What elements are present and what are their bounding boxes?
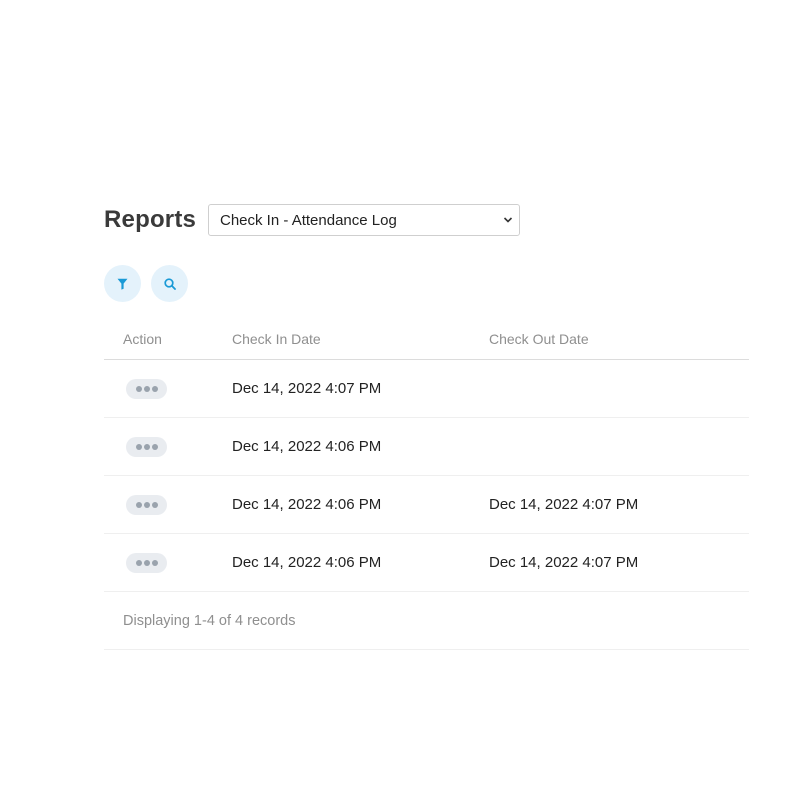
row-action-button[interactable] xyxy=(126,494,167,515)
more-horizontal-icon xyxy=(135,443,142,450)
report-type-value: Check In - Attendance Log xyxy=(220,211,397,229)
report-type-select[interactable]: Check In - Attendance Log xyxy=(208,204,520,236)
records-table: Action Check In Date Check Out Date Dec … xyxy=(104,318,749,650)
check-in-date: Dec 14, 2022 4:06 PM xyxy=(232,438,382,455)
row-action-button[interactable] xyxy=(126,436,167,457)
toolbar xyxy=(104,265,188,302)
header: Reports Check In - Attendance Log xyxy=(104,204,520,236)
row-action-button[interactable] xyxy=(126,378,167,399)
search-button[interactable] xyxy=(151,265,188,302)
reports-page: Reports Check In - Attendance Log Action… xyxy=(0,0,800,800)
chevron-down-icon xyxy=(503,217,513,223)
table-row: Dec 14, 2022 4:06 PM Dec 14, 2022 4:07 P… xyxy=(104,534,749,592)
more-horizontal-icon xyxy=(135,501,142,508)
table-row: Dec 14, 2022 4:06 PM xyxy=(104,418,749,476)
filter-icon xyxy=(117,278,128,290)
column-header-action[interactable]: Action xyxy=(104,331,232,347)
table-header: Action Check In Date Check Out Date xyxy=(104,318,749,360)
row-action-button[interactable] xyxy=(126,552,167,573)
records-count: Displaying 1-4 of 4 records xyxy=(104,592,749,650)
check-in-date: Dec 14, 2022 4:06 PM xyxy=(232,496,382,513)
table-row: Dec 14, 2022 4:06 PM Dec 14, 2022 4:07 P… xyxy=(104,476,749,534)
filter-button[interactable] xyxy=(104,265,141,302)
search-icon xyxy=(163,277,176,290)
check-in-date: Dec 14, 2022 4:07 PM xyxy=(232,380,382,397)
column-header-check-out[interactable]: Check Out Date xyxy=(489,331,749,347)
column-header-check-in[interactable]: Check In Date xyxy=(232,331,489,347)
page-title: Reports xyxy=(104,206,197,233)
table-row: Dec 14, 2022 4:07 PM xyxy=(104,360,749,418)
more-horizontal-icon xyxy=(135,559,142,566)
check-out-date: Dec 14, 2022 4:07 PM xyxy=(489,496,639,513)
check-out-date: Dec 14, 2022 4:07 PM xyxy=(489,554,639,571)
more-horizontal-icon xyxy=(135,385,142,392)
check-in-date: Dec 14, 2022 4:06 PM xyxy=(232,554,382,571)
